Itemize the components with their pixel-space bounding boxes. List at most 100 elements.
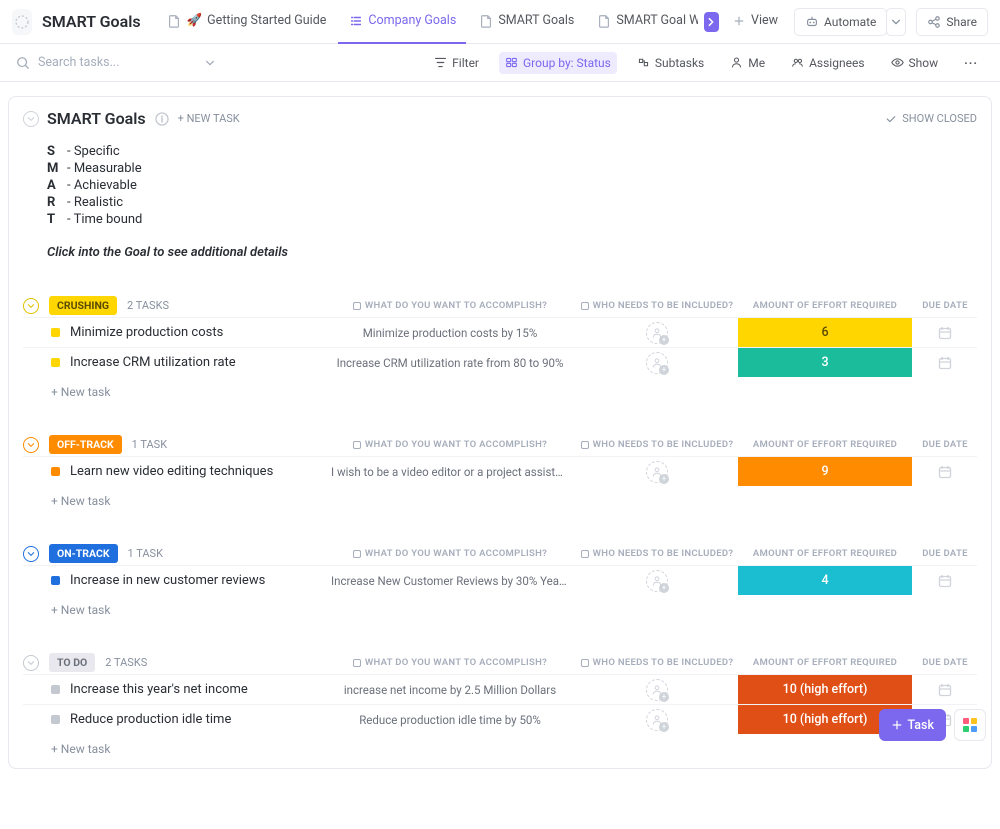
new-task-header[interactable]: + NEW TASK [178, 112, 240, 125]
fab-new-task[interactable]: Task [879, 709, 947, 741]
list-collapse-toggle[interactable] [23, 111, 39, 127]
effort-value[interactable]: 6 [738, 318, 912, 347]
automate-button[interactable]: Automate [794, 8, 887, 36]
add-task-row[interactable]: + New task [23, 595, 977, 621]
desc-key: A [47, 178, 61, 193]
status-badge[interactable]: OFF-TRACK [49, 435, 122, 454]
add-task-row[interactable]: + New task [23, 377, 977, 403]
column-icon [581, 441, 589, 449]
show-button[interactable]: Show [885, 52, 945, 74]
group-collapse-toggle[interactable] [23, 546, 39, 562]
subtasks-button[interactable]: Subtasks [631, 52, 710, 74]
assignee-add[interactable]: + [646, 322, 668, 344]
fab-apps[interactable] [954, 709, 986, 741]
column-header-effort[interactable]: AMOUNT OF EFFORT REQUIRED [737, 657, 913, 668]
automate-dropdown[interactable] [886, 8, 906, 36]
due-date-add[interactable] [913, 355, 977, 371]
status-badge[interactable]: CRUSHING [49, 296, 117, 315]
status-badge[interactable]: TO DO [49, 653, 95, 672]
status-dot [51, 328, 60, 337]
assignee-add[interactable]: + [646, 570, 668, 592]
effort-value[interactable]: 10 (high effort) [738, 675, 912, 704]
status-badge[interactable]: ON-TRACK [49, 544, 118, 563]
column-icon [581, 302, 589, 310]
assignees-label: Assignees [809, 56, 864, 70]
search-icon [16, 56, 30, 70]
doc-icon [596, 13, 611, 28]
column-header-due[interactable]: DUE DATE [913, 548, 977, 559]
task-row[interactable]: Learn new video editing techniquesI wish… [23, 456, 977, 486]
task-row[interactable]: Increase this year's net incomeincrease … [23, 674, 977, 704]
space-icon[interactable] [12, 9, 32, 35]
view-tab-label: Company Goals [368, 13, 456, 28]
add-task-row[interactable]: + New task [23, 486, 977, 512]
assignee-add[interactable]: + [646, 461, 668, 483]
add-view[interactable]: View [723, 0, 786, 44]
column-header-accomplish[interactable]: WHAT DO YOU WANT TO ACCOMPLISH? [323, 548, 577, 559]
column-header-include[interactable]: WHO NEEDS TO BE INCLUDED? [577, 439, 737, 450]
task-accomplish: Minimize production costs by 15% [323, 326, 577, 340]
column-header-include[interactable]: WHO NEEDS TO BE INCLUDED? [577, 548, 737, 559]
task-count: 1 TASK [132, 438, 167, 451]
column-header-accomplish[interactable]: WHAT DO YOU WANT TO ACCOMPLISH? [323, 300, 577, 311]
info-icon[interactable] [154, 111, 170, 127]
view-tab-smart-goals[interactable]: SMART Goals [468, 0, 584, 44]
view-tab-getting-started-guide[interactable]: 🚀Getting Started Guide [157, 0, 337, 44]
space-title[interactable]: SMART Goals [42, 12, 141, 31]
subtasks-label: Subtasks [655, 56, 704, 70]
column-header-due[interactable]: DUE DATE [913, 439, 977, 450]
column-header-due[interactable]: DUE DATE [913, 657, 977, 668]
view-tab-company-goals[interactable]: Company Goals [338, 0, 466, 44]
list-title[interactable]: SMART Goals [47, 109, 146, 128]
column-header-effort[interactable]: AMOUNT OF EFFORT REQUIRED [737, 439, 913, 450]
column-header-accomplish[interactable]: WHAT DO YOU WANT TO ACCOMPLISH? [323, 439, 577, 450]
due-date-add[interactable] [913, 573, 977, 589]
add-task-row[interactable]: + New task [23, 734, 977, 760]
desc-key: R [47, 195, 61, 210]
share-button[interactable]: Share [916, 8, 988, 36]
desc-value: - Achievable [67, 178, 137, 193]
task-row[interactable]: Increase CRM utilization rateIncrease CR… [23, 347, 977, 377]
me-button[interactable]: Me [724, 52, 771, 74]
task-row[interactable]: Increase in new customer reviewsIncrease… [23, 565, 977, 595]
search-input[interactable] [36, 54, 199, 71]
effort-value[interactable]: 3 [738, 348, 912, 377]
task-name: Increase this year's net income [70, 682, 248, 697]
column-header-include[interactable]: WHO NEEDS TO BE INCLUDED? [577, 300, 737, 311]
desc-key: T [47, 212, 61, 227]
column-header-effort[interactable]: AMOUNT OF EFFORT REQUIRED [737, 300, 913, 311]
status-dot [51, 358, 60, 367]
assignee-add[interactable]: + [646, 709, 668, 731]
desc-value: - Realistic [67, 195, 123, 210]
due-date-add[interactable] [913, 464, 977, 480]
due-date-add[interactable] [913, 682, 977, 698]
column-icon [581, 550, 589, 558]
views-scroll-next[interactable] [704, 12, 719, 32]
assignees-button[interactable]: Assignees [785, 52, 870, 74]
group-collapse-toggle[interactable] [23, 298, 39, 314]
assignee-add[interactable]: + [646, 679, 668, 701]
due-date-add[interactable] [913, 325, 977, 341]
column-header-due[interactable]: DUE DATE [913, 300, 977, 311]
group-collapse-toggle[interactable] [23, 655, 39, 671]
assignee-add[interactable]: + [646, 352, 668, 374]
effort-value[interactable]: 4 [738, 566, 912, 595]
robot-icon [805, 15, 819, 29]
calendar-icon [937, 355, 953, 371]
column-header-accomplish[interactable]: WHAT DO YOU WANT TO ACCOMPLISH? [323, 657, 577, 668]
status-dot [51, 576, 60, 585]
column-header-effort[interactable]: AMOUNT OF EFFORT REQUIRED [737, 548, 913, 559]
task-row[interactable]: Reduce production idle timeReduce produc… [23, 704, 977, 734]
task-row[interactable]: Minimize production costsMinimize produc… [23, 317, 977, 347]
column-header-include[interactable]: WHO NEEDS TO BE INCLUDED? [577, 657, 737, 668]
show-closed[interactable]: SHOW CLOSED [885, 112, 977, 125]
more-options[interactable]: ··· [958, 52, 984, 74]
filter-button[interactable]: Filter [428, 52, 485, 74]
view-tab-smart-goal-worksheet[interactable]: SMART Goal Worksheet [586, 0, 697, 44]
search-dropdown-icon[interactable] [205, 58, 215, 68]
group-by-button[interactable]: Group by: Status [499, 52, 617, 74]
group-collapse-toggle[interactable] [23, 437, 39, 453]
apps-icon [963, 718, 977, 732]
effort-value[interactable]: 9 [738, 457, 912, 486]
calendar-icon [937, 682, 953, 698]
